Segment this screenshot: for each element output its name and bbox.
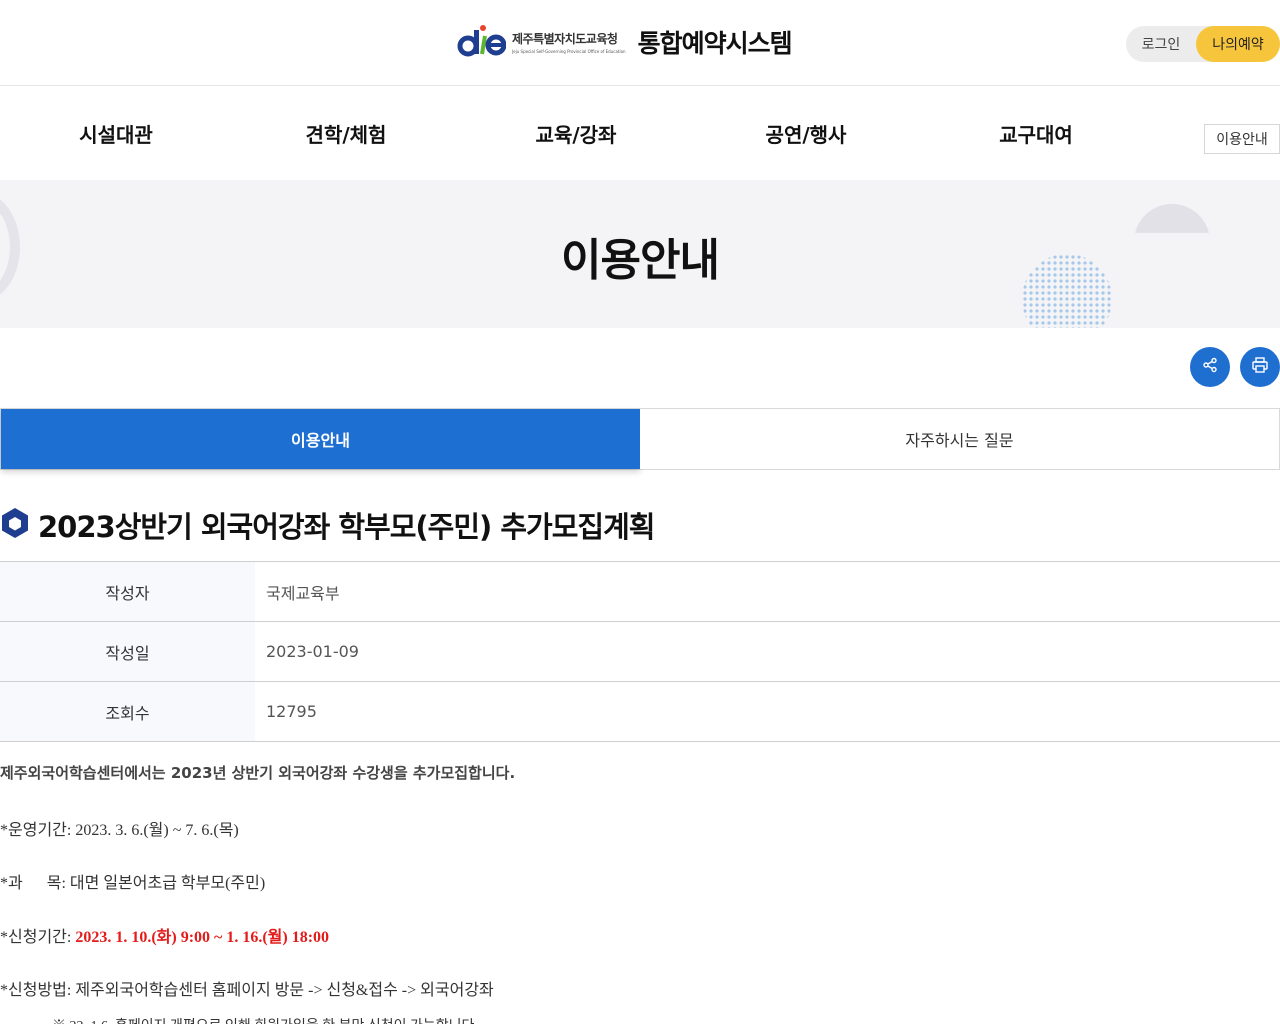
meta-value: 2023-01-09 <box>266 642 359 661</box>
site-logo[interactable]: 제주특별자치도교육청 Jeju Special Self-Governing P… <box>456 22 793 62</box>
meta-value: 국제교육부 <box>266 583 340 603</box>
post-method-label: *신청방법: <box>0 982 76 999</box>
page-title: 이용안내 <box>561 235 720 286</box>
nav-item-facility-rental[interactable]: 시설대관 <box>16 119 216 148</box>
share-icon <box>1202 357 1218 377</box>
meta-row-date: 작성일 2023-01-09 <box>0 622 1280 682</box>
meta-row-views: 조회수 12795 <box>0 682 1280 742</box>
org-name-ko: 제주특별자치도교육청 <box>512 32 618 46</box>
print-icon <box>1251 356 1269 378</box>
jje-logo-icon <box>456 22 507 62</box>
share-button[interactable] <box>1190 347 1230 387</box>
post-note: ※ 22. 1.6. 홈페이지 개편으로 인해 회원가입을 한 분만 신청이 가… <box>52 1015 474 1024</box>
content-tabs: 이용안내 자주하시는 질문 <box>0 408 1280 470</box>
post-subject-value: 대면 일본어초급 학부모(주민) <box>69 875 266 892</box>
post-subject-label: *과 목: <box>0 875 70 892</box>
print-button[interactable] <box>1240 347 1280 387</box>
nav-item-tour-experience[interactable]: 견학/체험 <box>246 119 446 148</box>
hexagon-bullet-icon <box>0 506 30 544</box>
tab-faq[interactable]: 자주하시는 질문 <box>640 409 1279 469</box>
meta-value: 12795 <box>266 702 317 721</box>
nav-guide-button[interactable]: 이용안내 <box>1204 124 1280 154</box>
org-name-en: Jeju Special Self-Governing Provincial O… <box>512 49 626 54</box>
meta-row-author: 작성자 국제교육부 <box>0 562 1280 622</box>
org-name: 제주특별자치도교육청 Jeju Special Self-Governing P… <box>512 30 626 54</box>
meta-label: 조회수 <box>0 682 255 741</box>
post-method-value: 제주외국어학습센터 홈페이지 방문 -> 신청&접수 -> 외국어강좌 <box>75 982 494 999</box>
my-reservation-button[interactable]: 나의예약 <box>1196 26 1280 62</box>
post-apply-label: *신청기간: <box>0 929 76 946</box>
login-button[interactable]: 로그인 <box>1126 34 1196 54</box>
meta-label: 작성일 <box>0 622 255 681</box>
page-banner: 이용안내 <box>0 180 1280 328</box>
nav-item-education-course[interactable]: 교육/강좌 <box>476 119 676 148</box>
auth-toggle: 로그인 나의예약 <box>1126 26 1280 62</box>
post-title: 2023상반기 외국어강좌 학부모(주민) 추가모집계획 <box>38 510 655 544</box>
nav-item-performance-event[interactable]: 공연/행사 <box>706 119 906 148</box>
post-heading: 2023상반기 외국어강좌 학부모(주민) 추가모집계획 <box>0 505 655 545</box>
meta-label: 작성자 <box>0 562 255 621</box>
post-apply-value: 2023. 1. 10.(화) 9:00 ~ 1. 16.(월) 18:00 <box>75 929 330 946</box>
system-name: 통합예약시스템 <box>637 29 793 58</box>
tab-usage-guide[interactable]: 이용안내 <box>1 409 640 469</box>
post-meta-table: 작성자 국제교육부 작성일 2023-01-09 조회수 12795 <box>0 561 1280 742</box>
post-subject: *과 목: 대면 일본어초급 학부모(주민) <box>0 869 265 893</box>
post-period-value: 2023. 3. 6.(월) ~ 7. 6.(목) <box>75 822 239 839</box>
nav-item-teaching-aid-rental[interactable]: 교구대여 <box>936 119 1136 148</box>
main-navigation: 시설대관 견학/체험 교육/강좌 공연/행사 교구대여 이용안내 <box>0 87 1280 180</box>
post-apply-period: *신청기간: 2023. 1. 10.(화) 9:00 ~ 1. 16.(월) … <box>0 923 329 947</box>
post-apply-method: *신청방법: 제주외국어학습센터 홈페이지 방문 -> 신청&접수 -> 외국어… <box>0 976 494 1000</box>
top-header: 제주특별자치도교육청 Jeju Special Self-Governing P… <box>0 0 1280 86</box>
post-period-label: *운영기간: <box>0 822 76 839</box>
post-intro: 제주외국어학습센터에서는 2023년 상반기 외국어강좌 수강생을 추가모집합니… <box>0 764 516 782</box>
post-period: *운영기간: 2023. 3. 6.(월) ~ 7. 6.(목) <box>0 816 239 840</box>
